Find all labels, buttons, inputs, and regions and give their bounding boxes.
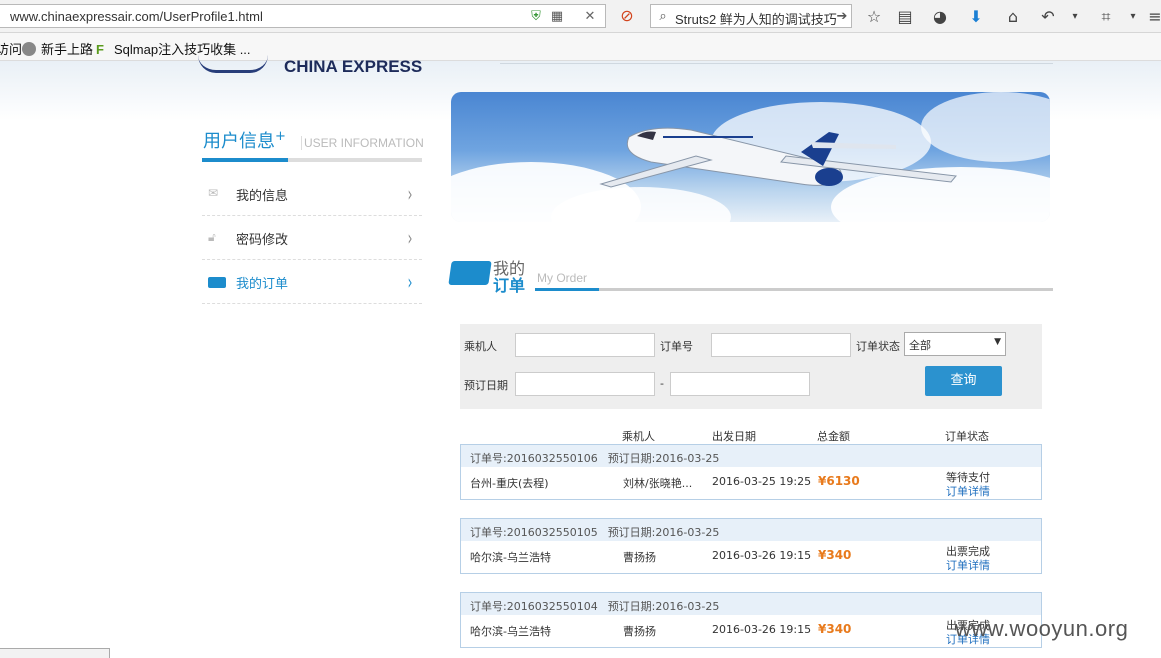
query-button[interactable]: 查询 [925, 366, 1002, 396]
star-icon[interactable]: ☆ [864, 7, 884, 27]
orders-title-en: My Order [537, 271, 588, 285]
order-amount: ¥340 [818, 548, 852, 562]
order-route: 哈尔滨-乌兰浩特 [470, 625, 551, 638]
sidebar-item-my-info[interactable]: ✉ 我的信息 › [202, 172, 422, 216]
home-icon[interactable]: ⌂ [1003, 7, 1023, 27]
dropdown-icon[interactable]: ▾ [1123, 7, 1143, 27]
sidebar-item-password[interactable]: 🔓︎ 密码修改 › [202, 216, 422, 260]
date-to-input[interactable] [670, 372, 810, 396]
envelope-icon: ✉ [208, 186, 219, 200]
status-select[interactable]: 全部 ▼ [904, 332, 1006, 356]
date-from-input[interactable] [515, 372, 655, 396]
download-icon[interactable]: ⬇ [966, 7, 986, 27]
order-card-header: 订单号:2016032550104 预订日期:2016-03-25 [461, 593, 1041, 615]
column-header: 乘机人 [622, 430, 655, 443]
bookmark-item[interactable]: 新手上路 [22, 39, 93, 58]
search-icon: ⌕ [659, 9, 667, 24]
orders-heading: 我的 订单 My Order [448, 257, 1053, 295]
order-passenger: 刘林/张晓艳... [623, 477, 693, 490]
folder-icon [208, 277, 226, 288]
sidebar-title: 用户信息+ [203, 129, 286, 152]
reader-icon[interactable]: ▤ [895, 7, 915, 27]
chevron-right-icon: › [407, 226, 413, 250]
lock-icon: 🔓︎ [208, 230, 216, 244]
close-icon[interactable]: ✕ [582, 9, 598, 25]
status-label: 订单状态 [856, 340, 900, 353]
sidebar-subtitle: USER INFORMATION [301, 136, 424, 150]
order-card-header: 订单号:2016032550105 预订日期:2016-03-25 [461, 519, 1041, 541]
orders-divider [535, 288, 1053, 291]
order-no-label: 订单号 [660, 340, 693, 353]
menu-icon[interactable]: ≡ [1145, 7, 1161, 27]
address-bar[interactable]: www.chinaexpressair.com/UserProfile1.htm… [0, 4, 606, 28]
order-passenger: 曹扬扬 [623, 551, 656, 564]
sidebar-divider-active [202, 158, 288, 162]
order-route: 台州-重庆(去程) [470, 477, 549, 490]
page-content: CHINA EXPRESS 用户信息+ USER INFORMATION ✉ 我… [0, 57, 1161, 658]
column-header: 出发日期 [712, 430, 756, 443]
dropdown-icon[interactable]: ▾ [1065, 7, 1085, 27]
crop-icon[interactable]: ⌗ [1096, 7, 1116, 27]
url-text[interactable]: www.chinaexpressair.com/UserProfile1.htm… [10, 9, 263, 24]
qr-code-icon[interactable]: ▦ [549, 9, 565, 25]
order-detail-link[interactable]: 订单详情 [946, 483, 990, 499]
passenger-input[interactable] [515, 333, 655, 357]
block-icon[interactable]: ⊘ [617, 6, 637, 26]
sidebar-item-label: 密码修改 [236, 233, 289, 248]
bookmarks-bar: 访问 新手上路 F Sqlmap注入技巧收集 ... [0, 33, 1161, 61]
site-logo[interactable]: CHINA EXPRESS [284, 57, 422, 77]
browser-toolbar: www.chinaexpressair.com/UserProfile1.htm… [0, 0, 1161, 33]
palette-icon[interactable]: ◕ [930, 7, 950, 27]
search-box[interactable]: ⌕ Struts2 鲜为人知的调试技巧 ➔ [650, 4, 852, 28]
status-bar-tab [0, 648, 110, 658]
watermark: www.wooyun.org [955, 616, 1129, 641]
sidebar-item-my-orders[interactable]: 我的订单 › [202, 260, 422, 304]
back-icon[interactable]: ↶ [1038, 7, 1058, 27]
search-text[interactable]: Struts2 鲜为人知的调试技巧 [675, 9, 837, 28]
order-no-input[interactable] [711, 333, 851, 357]
column-header: 总金额 [817, 430, 850, 443]
order-route: 哈尔滨-乌兰浩特 [470, 551, 551, 564]
order-passenger: 曹扬扬 [623, 625, 656, 638]
globe-icon [22, 42, 36, 56]
order-depart: 2016-03-25 19:25 [712, 475, 812, 488]
booking-date-label: 预订日期 [464, 379, 508, 392]
chevron-right-icon: › [407, 182, 413, 206]
logo-mark [198, 55, 268, 73]
orders-title-line2: 订单 [493, 276, 526, 295]
order-depart: 2016-03-26 19:15 [712, 549, 812, 562]
orders-divider-active [535, 288, 599, 291]
arrow-right-icon[interactable]: ➔ [834, 9, 850, 25]
date-separator: - [660, 377, 664, 390]
folder-icon [448, 261, 492, 285]
banner-image [451, 92, 1050, 222]
order-card: 订单号:2016032550105 预订日期:2016-03-25 哈尔滨-乌兰浩… [460, 518, 1042, 574]
bookmark-item[interactable]: 访问 [0, 39, 22, 58]
nav-divider [500, 63, 1053, 64]
f-logo-icon: F [96, 42, 104, 57]
order-card-header: 订单号:2016032550106 预订日期:2016-03-25 [461, 445, 1041, 467]
passenger-label: 乘机人 [464, 340, 497, 353]
order-detail-link[interactable]: 订单详情 [946, 557, 990, 573]
order-depart: 2016-03-26 19:15 [712, 623, 812, 636]
column-header: 订单状态 [945, 430, 989, 443]
order-filter-form: 乘机人 订单号 订单状态 全部 ▼ 预订日期 - 查询 [460, 324, 1042, 409]
shield-icon[interactable]: ⛨ [528, 9, 544, 25]
order-amount: ¥340 [818, 622, 852, 636]
chevron-right-icon: › [407, 270, 413, 294]
airplane-image [599, 127, 957, 188]
sidebar-item-label: 我的订单 [236, 277, 289, 292]
order-card: 订单号:2016032550106 预订日期:2016-03-25 台州-重庆(去… [460, 444, 1042, 500]
chevron-down-icon: ▼ [994, 337, 1001, 347]
sidebar-item-label: 我的信息 [236, 189, 289, 204]
order-amount: ¥6130 [818, 474, 860, 488]
